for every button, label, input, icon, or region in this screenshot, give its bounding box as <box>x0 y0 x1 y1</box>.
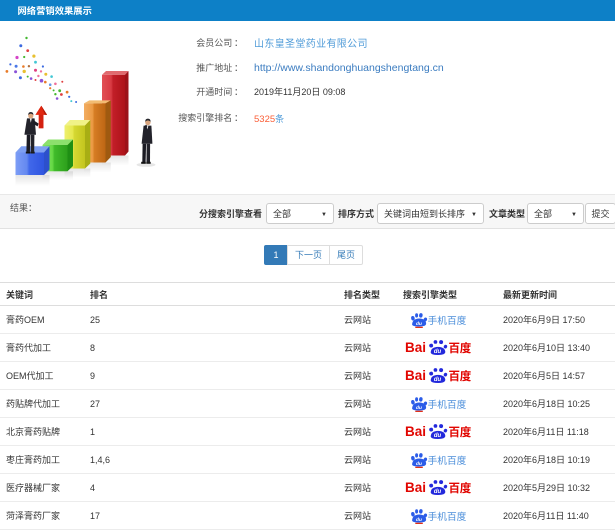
svg-text:du: du <box>416 321 422 327</box>
svg-text:du: du <box>433 433 441 439</box>
svg-text:du: du <box>433 349 441 355</box>
svg-text:du: du <box>433 489 441 495</box>
svg-text:du: du <box>416 461 422 467</box>
svg-text:du: du <box>433 377 441 383</box>
svg-text:du: du <box>416 405 422 411</box>
